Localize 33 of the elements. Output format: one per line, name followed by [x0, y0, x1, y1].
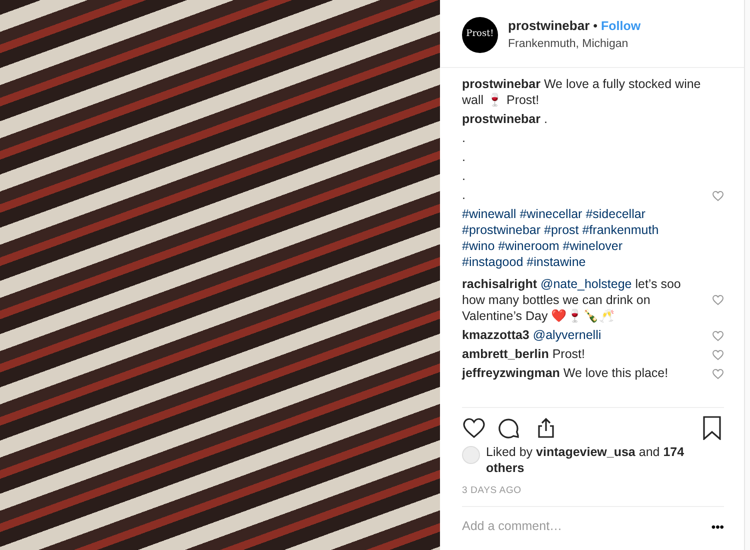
more-button[interactable]: ••• — [711, 518, 724, 536]
dot-text: . — [462, 149, 466, 165]
username[interactable]: prostwinebar — [508, 18, 590, 33]
caption-text: prostwinebar We love a fully stocked wine wall 🍷 Prost! — [462, 76, 702, 108]
mention-link[interactable]: @nate_holstege — [540, 277, 632, 291]
hashtag-link[interactable]: #wineroom — [498, 239, 560, 253]
avatar-logo[interactable]: Prost! — [462, 16, 498, 52]
hashtag-link[interactable]: #prostwinebar — [462, 223, 541, 237]
dot-text: . — [462, 130, 466, 146]
hashtag-link[interactable]: #winecellar — [520, 207, 582, 221]
hashtag-link[interactable]: #frankenmuth — [582, 223, 659, 237]
hashtag-link[interactable]: #prost — [544, 223, 579, 237]
hashtag-link[interactable]: #wino — [462, 239, 495, 253]
comment-text: jeffreyzwingman We love this place! — [462, 365, 668, 381]
comment-text: kmazzotta3 @alyvernelli — [462, 327, 602, 343]
comment-icon[interactable] — [498, 416, 522, 440]
dot-text: . — [462, 168, 466, 184]
hashtag-link[interactable]: #winelover — [562, 239, 623, 253]
comment-text: ambrett_berlin Prost! — [462, 346, 585, 362]
hashtag-link[interactable]: #instagood — [462, 255, 524, 269]
heart-icon[interactable] — [462, 416, 486, 440]
bookmark-icon[interactable] — [700, 416, 724, 440]
post-time: 3 DAYS AGO — [461, 484, 522, 498]
hashtag-link[interactable]: #instawine — [526, 255, 586, 269]
avatar — [462, 446, 480, 464]
dot-text: . — [462, 187, 466, 203]
separator-dot: • — [593, 19, 598, 33]
hashtag-link[interactable]: #winewall — [462, 207, 516, 221]
mention-link[interactable]: @alyvernelli — [532, 328, 602, 342]
caption-text: prostwinebar . — [462, 111, 548, 127]
hashtag-link[interactable]: #sidecellar — [586, 207, 646, 221]
location-link[interactable]: Frankenmuth, Michigan — [508, 36, 641, 53]
likes-text: Liked by vintageview_usa and 174 others — [486, 444, 686, 476]
